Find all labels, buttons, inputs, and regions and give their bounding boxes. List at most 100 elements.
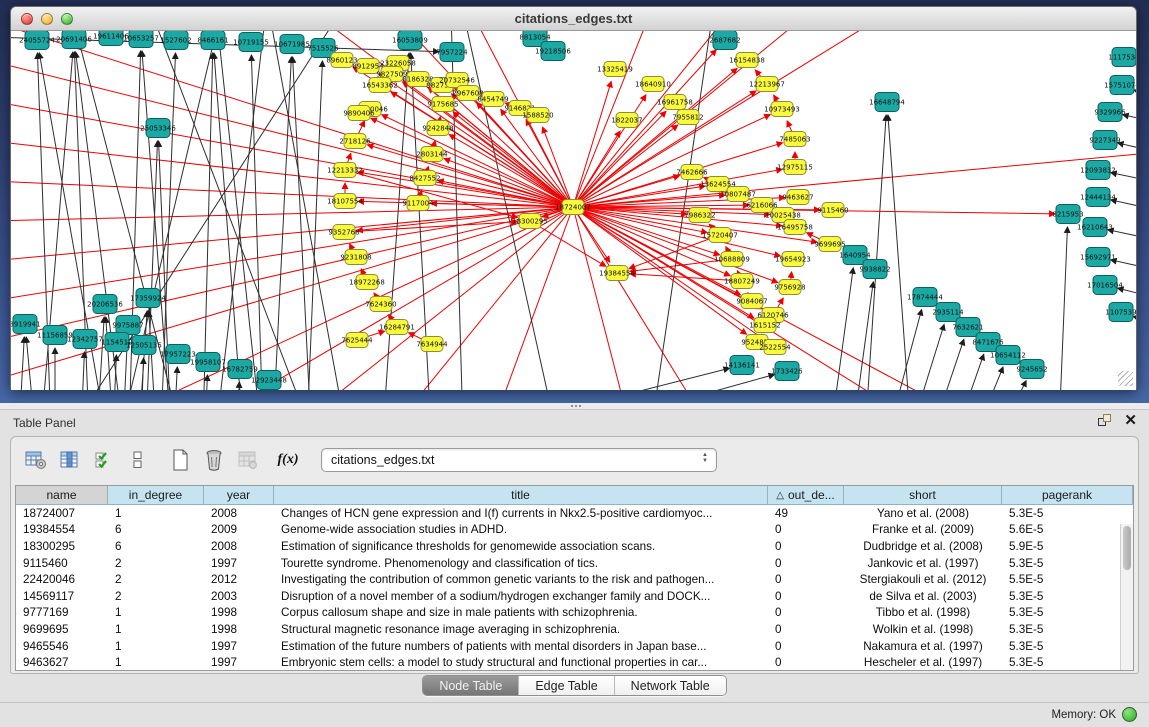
merge-icon[interactable] xyxy=(123,446,153,474)
memory-status-indicator[interactable] xyxy=(1122,707,1137,722)
table-mode-icon[interactable] xyxy=(21,446,51,474)
panel-splitter[interactable] xyxy=(0,403,1149,410)
graph-node[interactable]: 2522554 xyxy=(759,340,791,355)
float-panel-icon[interactable] xyxy=(1098,414,1112,428)
graph-node[interactable]: 1527602 xyxy=(160,31,191,50)
graph-node[interactable]: 7624360 xyxy=(365,297,396,312)
table-row[interactable]: 911546021997Tourette syndrome. Phenomeno… xyxy=(16,555,1133,572)
graph-node[interactable]: 1733426 xyxy=(771,362,803,381)
table-row[interactable]: 2242004622012Investigating the contribut… xyxy=(16,571,1133,588)
graph-node[interactable]: 9231808 xyxy=(340,250,371,265)
graph-node[interactable]: 16961758 xyxy=(657,95,693,110)
graph-node[interactable]: 7957224 xyxy=(436,43,468,62)
graph-node[interactable]: 12213332 xyxy=(327,163,363,178)
graph-node[interactable]: 10688809 xyxy=(714,252,750,267)
graph-node[interactable]: 10671985 xyxy=(274,35,310,54)
graph-node[interactable]: 13325419 xyxy=(597,62,633,77)
graph-node[interactable]: 16210643 xyxy=(1077,218,1113,237)
column-header-out_de[interactable]: △out_de... xyxy=(768,486,844,504)
graph-node[interactable]: 10653257 xyxy=(123,31,159,48)
network-view[interactable]: 2405572420691406196114061065325715276028… xyxy=(11,31,1136,390)
tab-network-table[interactable]: Network Table xyxy=(615,676,726,695)
graph-node[interactable]: 1588520 xyxy=(522,108,553,123)
table-row[interactable]: 1830029562008Estimation of significance … xyxy=(16,538,1133,555)
table-selector-dropdown[interactable]: citations_edges.txt ▲▼ xyxy=(321,448,717,472)
graph-node[interactable]: 9756928 xyxy=(774,280,805,295)
graph-node[interactable]: 16648794 xyxy=(869,93,905,112)
table-row[interactable]: 969969511998Structural magnetic resonanc… xyxy=(16,621,1133,638)
tab-edge-table[interactable]: Edge Table xyxy=(519,676,614,695)
graph-node[interactable]: 20206536 xyxy=(87,295,123,314)
delete-columns-icon[interactable] xyxy=(199,446,229,474)
graph-node[interactable]: 20691406 xyxy=(56,31,92,49)
graph-node[interactable]: 24055724 xyxy=(19,31,55,50)
table-row[interactable]: 946554611997Estimation of the future num… xyxy=(16,638,1133,655)
graph-node[interactable]: 14136141 xyxy=(724,356,760,375)
graph-node[interactable]: 8427552 xyxy=(409,171,440,186)
graph-node[interactable]: 7955812 xyxy=(672,110,703,125)
graph-node[interactable]: 10973493 xyxy=(764,102,800,117)
table-row[interactable]: 1872400712008Changes of HCN gene express… xyxy=(16,505,1133,522)
column-header-short[interactable]: short xyxy=(844,486,1002,504)
graph-node[interactable]: 9352768 xyxy=(328,225,359,240)
window-resize-grip[interactable] xyxy=(1118,371,1133,386)
graph-node[interactable]: 9175685 xyxy=(427,97,458,112)
import-table-icon[interactable] xyxy=(233,446,263,474)
graph-node[interactable]: 17016504 xyxy=(1087,276,1123,295)
graph-node[interactable]: 19654923 xyxy=(775,252,811,267)
table-row[interactable]: 1938455462009Genome-wide association stu… xyxy=(16,522,1133,539)
graph-node[interactable]: 1107539 xyxy=(1105,303,1136,322)
graph-node[interactable]: 15692971 xyxy=(1080,248,1116,267)
new-column-icon[interactable] xyxy=(165,446,195,474)
column-header-pagerank[interactable]: pagerank xyxy=(1002,486,1133,504)
table-row[interactable]: 977716911998Corpus callosum shape and si… xyxy=(16,605,1133,622)
network-window-titlebar[interactable]: citations_edges.txt xyxy=(11,7,1136,31)
graph-node[interactable]: 9699695 xyxy=(814,237,845,252)
close-panel-icon[interactable]: ✕ xyxy=(1124,414,1137,428)
graph-node[interactable]: 12975115 xyxy=(777,160,813,175)
scrollbar-thumb[interactable] xyxy=(1123,526,1131,570)
tab-node-table[interactable]: Node Table xyxy=(423,676,519,695)
graph-node[interactable]: 9115460 xyxy=(817,203,848,218)
graph-node[interactable]: 8215953 xyxy=(1052,205,1083,224)
graph-node[interactable]: 8466161 xyxy=(197,31,228,50)
graph-node[interactable]: 3919941 xyxy=(11,315,41,334)
graph-node[interactable]: 2687682 xyxy=(709,31,740,50)
graph-node[interactable]: 12444134 xyxy=(1080,188,1116,207)
graph-node[interactable]: 9938822 xyxy=(859,260,890,279)
graph-node[interactable]: 7485063 xyxy=(779,132,810,147)
function-builder-icon[interactable]: f(x) xyxy=(273,446,303,474)
graph-node[interactable]: 2803144 xyxy=(416,147,448,162)
graph-node[interactable]: 9975887 xyxy=(112,316,143,335)
column-header-name[interactable]: name xyxy=(16,486,108,504)
graph-node[interactable]: 9329966 xyxy=(1094,103,1126,122)
graph-node[interactable]: 9227349 xyxy=(1089,131,1120,150)
graph-node[interactable]: 9245652 xyxy=(1016,360,1047,379)
graph-node[interactable]: 18107554 xyxy=(327,194,363,209)
column-header-year[interactable]: year xyxy=(204,486,274,504)
graph-node[interactable]: 1615152 xyxy=(749,318,780,333)
column-header-title[interactable]: title xyxy=(274,486,768,504)
graph-node[interactable]: 16053809 xyxy=(392,31,428,50)
graph-node[interactable]: 1822037 xyxy=(611,113,642,128)
graph-node[interactable]: 9242848 xyxy=(422,121,453,136)
graph-node[interactable]: 9117004 xyxy=(402,196,434,211)
graph-node[interactable]: 9463627 xyxy=(782,190,813,205)
graph-node[interactable]: 15751074 xyxy=(1104,76,1136,95)
graph-node[interactable]: 7986322 xyxy=(684,208,715,223)
column-header-in_degree[interactable]: in_degree xyxy=(108,486,204,504)
graph-node[interactable]: 1117534 xyxy=(1108,48,1136,67)
graph-node[interactable]: 18640910 xyxy=(635,77,671,92)
graph-node[interactable]: 12093832 xyxy=(1080,161,1116,180)
graph-node[interactable]: 16284791 xyxy=(379,320,415,335)
show-columns-icon[interactable] xyxy=(55,446,85,474)
vertical-scrollbar[interactable] xyxy=(1120,524,1133,670)
table-row[interactable]: 946362711997Embryonic stem cells: a mode… xyxy=(16,654,1133,670)
graph-node[interactable]: 25053346 xyxy=(140,119,176,138)
table-row[interactable]: 1456911722003Disruption of a novel membe… xyxy=(16,588,1133,605)
graph-node[interactable]: 2718126 xyxy=(339,134,371,149)
graph-node[interactable]: 9084067 xyxy=(736,294,767,309)
graph-node[interactable]: 7625444 xyxy=(341,333,373,348)
graph-node[interactable]: 7634944 xyxy=(416,337,448,352)
graph-node[interactable]: 16154838 xyxy=(729,53,765,68)
